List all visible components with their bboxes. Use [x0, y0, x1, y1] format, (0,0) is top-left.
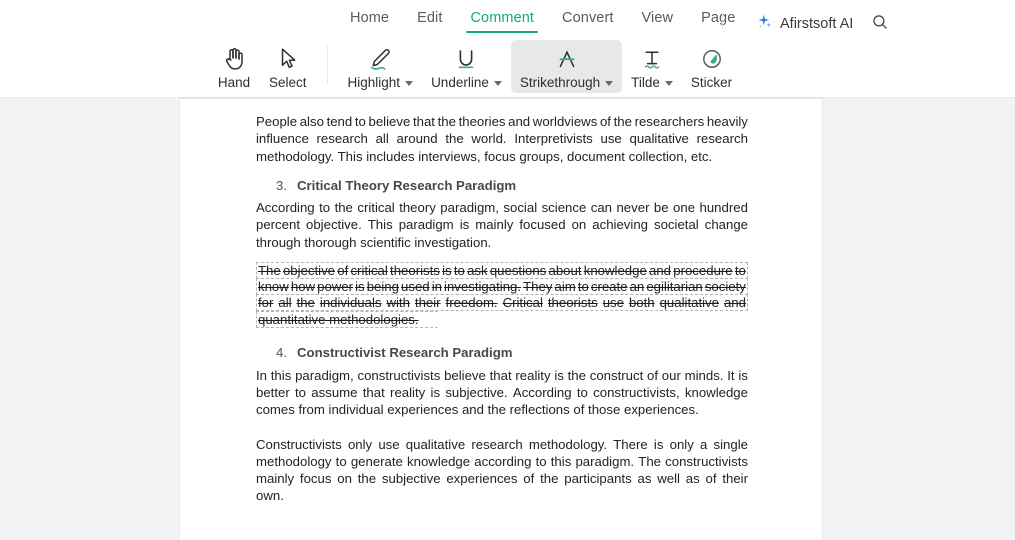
- heading-number: 4.: [276, 345, 287, 361]
- text-line: through thorough scientific investigatio…: [256, 234, 492, 250]
- strikethrough-a-icon: [554, 44, 580, 74]
- tool-hand-label: Hand: [217, 75, 251, 90]
- tool-underline[interactable]: Underline: [422, 40, 511, 93]
- afirstsoft-ai-button[interactable]: Afirstsoft AI: [756, 13, 853, 35]
- sparkle-icon: [756, 13, 773, 35]
- menu-tab-convert[interactable]: Convert: [548, 10, 627, 33]
- heading-number: 3.: [276, 177, 287, 193]
- search-icon[interactable]: [871, 13, 889, 31]
- tool-highlight-label: Highlight: [348, 75, 414, 90]
- app-window: Home Edit Comment Convert View Page Afir…: [0, 0, 1015, 540]
- menu-tab-comment[interactable]: Comment: [456, 10, 548, 33]
- brand-label: Afirstsoft AI: [780, 16, 854, 32]
- tool-strikethrough-label: Strikethrough: [520, 75, 614, 90]
- paragraph-constructivist-2[interactable]: Constructivists only use qualitative researc…: [256, 436, 748, 505]
- tool-select[interactable]: Select: [260, 40, 316, 93]
- cursor-arrow-icon: [277, 44, 299, 74]
- document-text: People also tend to believe that the theories an…: [256, 113, 748, 517]
- underline-u-icon: [453, 44, 479, 74]
- tool-tilde[interactable]: Tilde: [622, 40, 682, 93]
- annotated-text-line[interactable]: The objective of critical theorists is to ask qu…: [256, 262, 748, 280]
- text-line: methodology. This includes interviews, f…: [256, 148, 713, 164]
- heading-text: Constructivist Research Paradigm: [297, 345, 513, 361]
- tool-sticker[interactable]: Sticker: [682, 40, 741, 93]
- text-line: know how power is being used in investigating. T…: [258, 279, 746, 295]
- text-line: percent objective. This paradigm is mainly foc…: [256, 217, 748, 233]
- annotated-text-line[interactable]: quantitative methodologies.: [256, 311, 438, 329]
- tool-sticker-label: Sticker: [690, 75, 733, 90]
- heading-critical-theory[interactable]: 3. Critical Theory Research Paradigm: [276, 177, 748, 194]
- chevron-down-icon[interactable]: [664, 81, 673, 86]
- tool-tilde-label: Tilde: [631, 75, 673, 90]
- heading-text: Critical Theory Research Paradigm: [297, 177, 517, 193]
- tool-highlight[interactable]: Highlight: [339, 40, 423, 93]
- tool-underline-label: Underline: [431, 75, 502, 90]
- paragraph-interpretivist[interactable]: People also tend to believe that the theories an…: [256, 113, 748, 165]
- text-line: better to assume that reality is subjective. Ac…: [256, 384, 748, 400]
- chevron-down-icon[interactable]: [493, 81, 502, 86]
- pdf-page[interactable]: People also tend to believe that the theories an…: [180, 98, 822, 540]
- text-line: The objective of critical theorists is to ask qu…: [258, 263, 746, 279]
- highlighter-pen-icon: [367, 44, 393, 74]
- annotation-toolbar: Hand Select Highlight Underline Striketh…: [0, 40, 1015, 98]
- heading-constructivist[interactable]: 4. Constructivist Research Paradigm: [276, 344, 748, 361]
- text-line: People also tend to believe that the theories an…: [256, 114, 748, 129]
- top-menu-bar: Home Edit Comment Convert View Page Afir…: [0, 0, 1015, 40]
- annotated-text-line[interactable]: know how power is being used in investigating. T…: [256, 278, 748, 296]
- document-canvas[interactable]: People also tend to believe that the theories an…: [0, 98, 1015, 540]
- menu-tab-view[interactable]: View: [628, 10, 688, 33]
- text-line: quantitative methodologies.: [258, 312, 419, 328]
- menu-tab-edit[interactable]: Edit: [403, 10, 456, 33]
- menu-tab-page[interactable]: Page: [687, 10, 749, 33]
- text-line: influence research all around the world. Inter…: [256, 131, 748, 147]
- text-line: methodology to generate knowledge according t…: [256, 453, 748, 469]
- annotation-toolbar-items: Hand Select Highlight Underline Striketh…: [208, 40, 741, 98]
- tool-select-label: Select: [269, 75, 307, 90]
- page-top-cut-line: [180, 98, 822, 99]
- annotated-text-line[interactable]: for all the individuals with their freedom. Cri…: [256, 294, 748, 312]
- menu-tab-home[interactable]: Home: [336, 10, 403, 33]
- tilde-t-icon: [639, 44, 665, 74]
- tool-hand[interactable]: Hand: [208, 40, 260, 93]
- text-line: for all the individuals with their freedom. Cri…: [258, 295, 746, 311]
- text-line: In this paradigm, constructivists believe tha…: [256, 367, 748, 383]
- sticker-leaf-icon: [699, 44, 725, 74]
- text-line: mainly focus on the subjective experienc…: [256, 471, 748, 504]
- hand-icon: [222, 44, 246, 74]
- text-line: According to the critical theory paradigm, soc…: [256, 200, 748, 216]
- chevron-down-icon[interactable]: [405, 81, 414, 86]
- paragraph-critical-theory[interactable]: According to the critical theory paradigm, soc…: [256, 199, 748, 251]
- menu-divider: [722, 13, 723, 29]
- chevron-down-icon[interactable]: [605, 81, 614, 86]
- menu-tab-list: Home Edit Comment Convert View Page: [336, 10, 749, 33]
- text-line: comes from individual experiences and th…: [256, 402, 699, 418]
- text-line: Constructivists only use qualitative researc…: [256, 436, 748, 452]
- strikethrough-annotation-paragraph[interactable]: The objective of critical theorists is to ask qu…: [256, 262, 748, 329]
- toolbar-divider: [326, 46, 328, 84]
- paragraph-constructivist-1[interactable]: In this paradigm, constructivists believe tha…: [256, 367, 748, 419]
- tool-strikethrough[interactable]: Strikethrough: [510, 40, 623, 93]
